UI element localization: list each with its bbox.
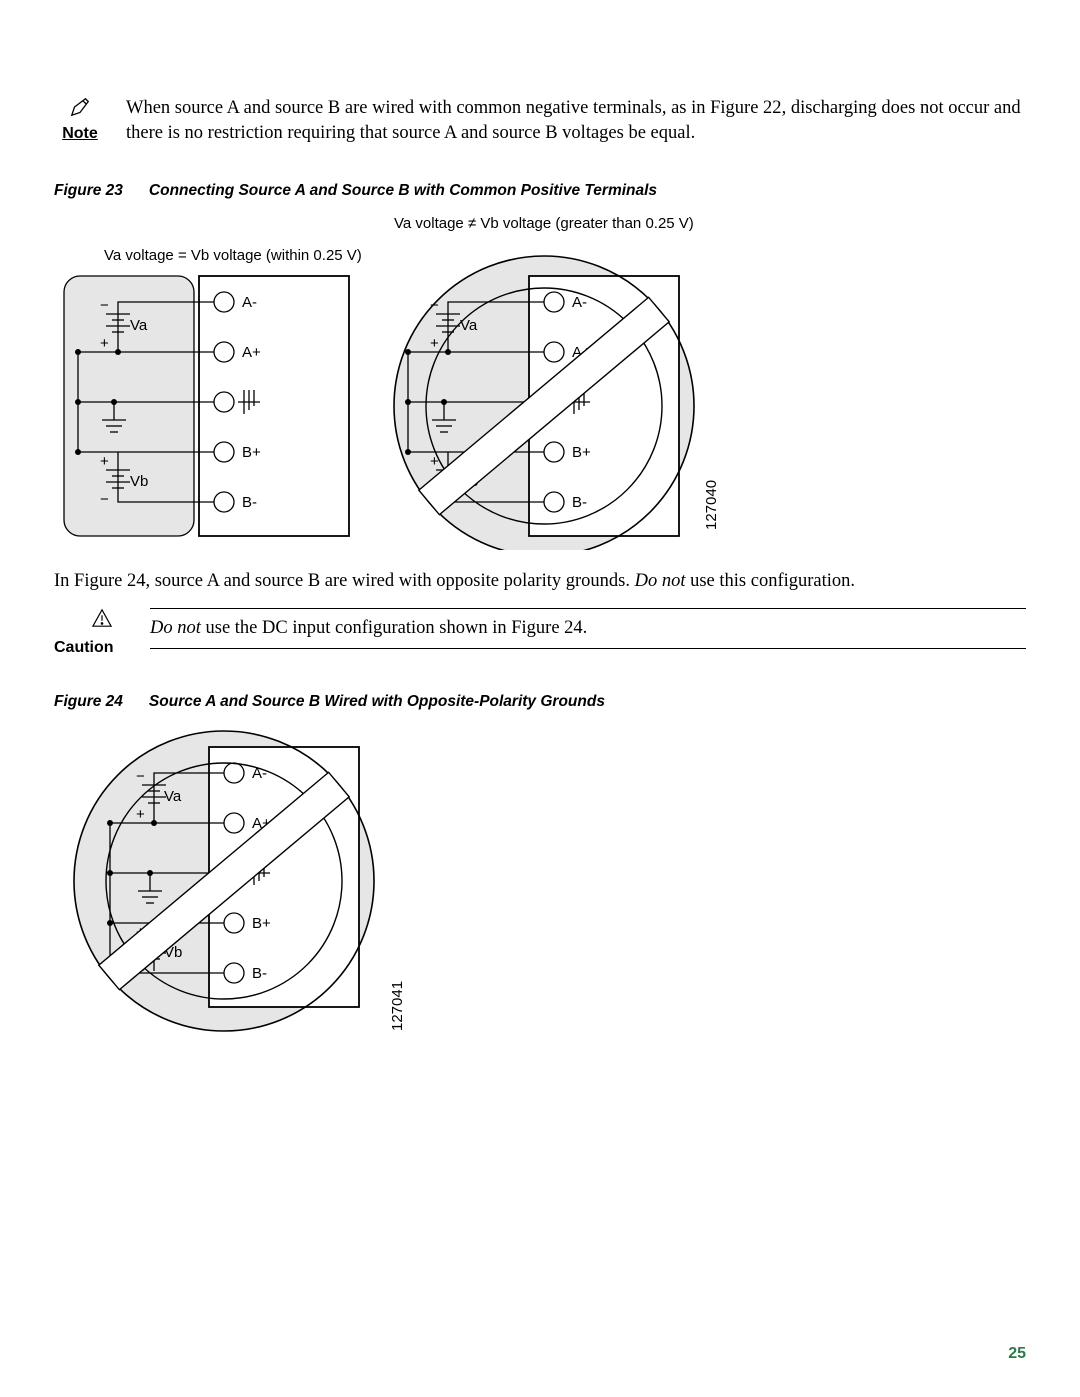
- fig23-r-label-b-plus: B+: [572, 444, 591, 461]
- figure-23: Va voltage ≠ Vb voltage (greater than 0.…: [54, 210, 1026, 555]
- caution-text: Do not use the DC input configuration sh…: [150, 608, 1026, 649]
- between-1: In: [54, 571, 74, 591]
- between-2: , source A and source B are wired with o…: [145, 571, 634, 591]
- fig24-label-b-plus: B+: [252, 915, 271, 932]
- note-text-1: When source A and source B are wired wit…: [126, 98, 710, 118]
- note-callout: Note When source A and source B are wire…: [54, 96, 1026, 146]
- fig23-l-label-b-minus: B-: [242, 494, 257, 511]
- figure-23-caption: Connecting Source A and Source B with Co…: [149, 182, 657, 199]
- warning-triangle-icon: [91, 615, 113, 632]
- between-3: use this configuration.: [685, 571, 855, 591]
- fig24-va-minus: −: [136, 768, 145, 785]
- figure-24: A- A+ B+ B-: [54, 721, 1026, 1056]
- caution-tail: .: [583, 618, 588, 638]
- note-ref: Figure 22: [710, 98, 781, 118]
- figure-23-title: Figure 23Connecting Source A and Source …: [54, 182, 1026, 200]
- caution-callout: Caution Do not use the DC input configur…: [54, 608, 1026, 657]
- figure-24-svg: A- A+ B+ B-: [54, 721, 424, 1051]
- fig23-r-label-a-minus: A-: [572, 294, 587, 311]
- fig23-left-panel: A- A+ B+ B- −: [64, 276, 349, 536]
- fig23-r-label-b-minus: B-: [572, 494, 587, 511]
- fig23-l-label-a-minus: A-: [242, 294, 257, 311]
- fig23-l-va-label: Va: [130, 317, 148, 334]
- caution-ref: Figure 24: [511, 618, 582, 638]
- fig23-l-va-plus: +: [100, 335, 109, 352]
- figure-24-caption: Source A and Source B Wired with Opposit…: [149, 693, 605, 710]
- fig24-va-label: Va: [164, 788, 182, 805]
- caution-label: Caution: [54, 639, 150, 657]
- pencil-icon: [69, 105, 91, 122]
- fig23-r-va-plus: +: [430, 335, 439, 352]
- figure-23-label: Figure 23: [54, 182, 149, 199]
- note-text: When source A and source B are wired wit…: [106, 96, 1026, 146]
- fig23-l-vb-minus: −: [100, 491, 109, 508]
- figure-24-title: Figure 24Source A and Source B Wired wit…: [54, 693, 1026, 711]
- caution-text-1: use the DC input configuration shown in: [201, 618, 511, 638]
- page: Note When source A and source B are wire…: [0, 0, 1080, 1397]
- page-number: 25: [1008, 1345, 1026, 1363]
- fig23-right-caption: Va voltage ≠ Vb voltage (greater than 0.…: [394, 215, 694, 232]
- fig23-left-caption: Va voltage = Vb voltage (within 0.25 V): [104, 247, 362, 264]
- between-italic: Do not: [635, 571, 686, 591]
- fig23-right-panel: A- A+ B+ B-: [394, 256, 694, 550]
- fig23-l-label-b-plus: B+: [242, 444, 261, 461]
- fig24-label-b-minus: B-: [252, 965, 267, 982]
- note-icon-cell: Note: [54, 96, 106, 143]
- fig23-l-vb-plus: +: [100, 453, 109, 470]
- figure-23-svg: Va voltage ≠ Vb voltage (greater than 0.…: [54, 210, 744, 550]
- note-label: Note: [54, 123, 106, 143]
- figure-23-id: 127040: [703, 480, 720, 530]
- fig23-l-vb-label: Vb: [130, 473, 148, 490]
- caution-italic: Do not: [150, 618, 201, 638]
- fig23-l-label-a-plus: A+: [242, 344, 261, 361]
- fig23-l-va-minus: −: [100, 297, 109, 314]
- between-paragraph: In Figure 24, source A and source B are …: [54, 569, 1026, 594]
- fig24-va-plus: +: [136, 806, 145, 823]
- between-ref: Figure 24: [74, 571, 145, 591]
- caution-label-col: Caution: [54, 608, 150, 657]
- figure-24-id: 127041: [389, 981, 406, 1031]
- figure-24-label: Figure 24: [54, 693, 149, 710]
